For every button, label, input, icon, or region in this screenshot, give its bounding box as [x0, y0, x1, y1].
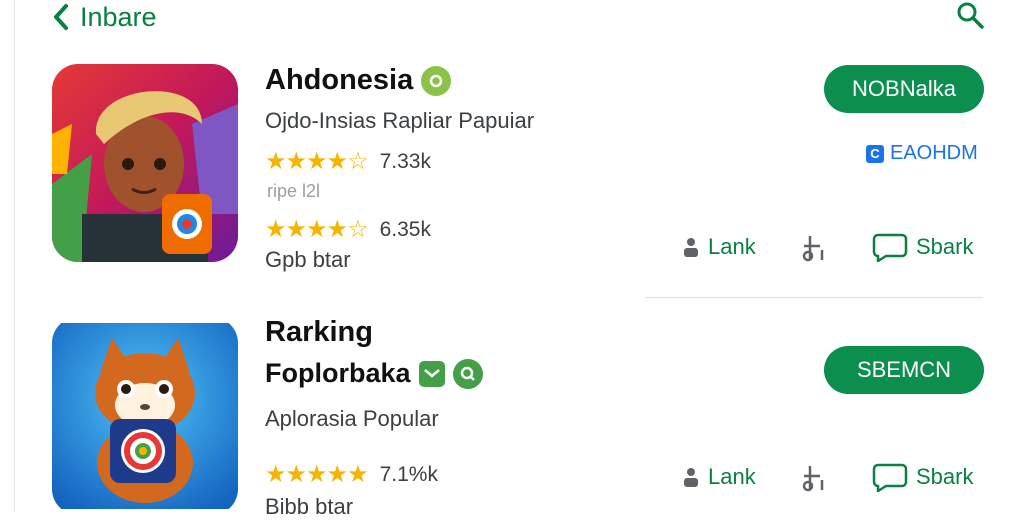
search-icon[interactable]: [954, 0, 986, 32]
mail-icon: [418, 360, 445, 387]
install-button[interactable]: NOBNalka: [824, 65, 984, 113]
sbark-action-label: Sbark: [916, 464, 974, 489]
c-logo-icon: C: [866, 144, 884, 163]
sbark-action[interactable]: Sbark: [872, 232, 973, 262]
app-subtitle: Ojdo-Insias Rapliar Papuiar: [265, 108, 535, 133]
app-icon-cartoon-cat[interactable]: [52, 317, 238, 515]
chat-bubble-icon: [872, 463, 908, 492]
rating-row: ★★★★☆ 7.33k: [265, 147, 431, 176]
app-footer: Gpb btar: [265, 247, 351, 272]
star-rating-icon: ★★★★☆: [265, 148, 369, 175]
install-button[interactable]: SBEMCN: [824, 346, 984, 394]
lank-action[interactable]: Lank: [682, 234, 756, 260]
verified-badge-icon: [421, 65, 452, 96]
share-icon[interactable]: [800, 234, 830, 262]
rating-count: 7.1%k: [379, 462, 438, 486]
person-icon: [684, 238, 698, 257]
back-button[interactable]: Inbare: [50, 0, 157, 34]
rating-row: ★★★★★ 7.1%k: [265, 460, 438, 489]
sbark-action[interactable]: Sbark: [872, 462, 973, 492]
app-footer: Bibb btar: [265, 494, 354, 519]
person-icon: [684, 468, 698, 487]
app-name-line2-text: Foplorbaka: [265, 358, 411, 388]
app-name-line2[interactable]: Foplorbaka: [265, 358, 483, 389]
lank-action-label: Lank: [708, 234, 756, 259]
left-edge-divider: [14, 0, 15, 512]
chevron-left-icon: [54, 4, 68, 30]
page-title: Inbare: [80, 1, 157, 32]
lank-action[interactable]: Lank: [682, 464, 756, 490]
row-divider: [645, 297, 983, 298]
app-name[interactable]: Ahdonesia: [265, 64, 452, 97]
share-icon[interactable]: [800, 464, 830, 492]
lank-action-label: Lank: [708, 464, 756, 489]
rating-count: 7.33k: [379, 149, 431, 173]
star-rating-icon: ★★★★☆: [265, 216, 369, 243]
faint-caption: ripe l2l: [267, 181, 321, 201]
app-subtitle: Aplorasia Popular: [265, 406, 439, 431]
app-name[interactable]: Rarking: [265, 316, 373, 349]
app-icon-cartoon-man[interactable]: [52, 64, 238, 262]
search-badge-icon: [452, 358, 483, 389]
chat-bubble-icon: [872, 233, 908, 262]
badge-link[interactable]: C EAOHDM: [866, 142, 978, 165]
star-rating-icon: ★★★★★: [265, 461, 369, 488]
rating-count: 6.35k: [379, 217, 431, 241]
app-name-text: Ahdonesia: [265, 64, 414, 96]
badge-link-label: EAOHDM: [890, 142, 978, 164]
rating-row-2: ★★★★☆ 6.35k: [265, 215, 431, 244]
sbark-action-label: Sbark: [916, 234, 974, 259]
